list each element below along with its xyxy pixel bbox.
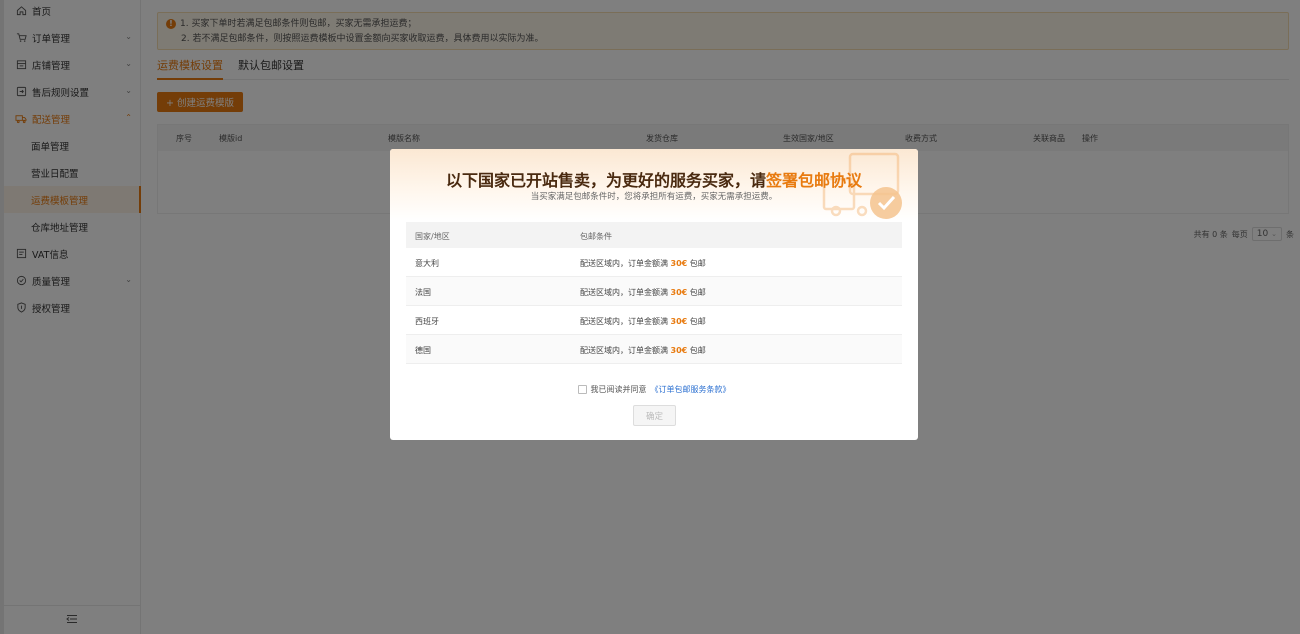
modal-title: 以下国家已开站售卖，为更好的服务买家，请签署包邮协议 — [390, 167, 918, 191]
column-header-country: 国家/地区 — [415, 232, 450, 241]
modal-subtitle: 当买家满足包邮条件时，您将承担所有运费，买家无需承担运费。 — [530, 192, 778, 202]
condition-text: 配送区域内，订单金额满 — [580, 288, 668, 297]
table-row: 法国 配送区域内，订单金额满 30€ 包邮 — [406, 277, 902, 306]
condition-suffix: 包邮 — [689, 288, 706, 297]
condition-text: 配送区域内，订单金额满 — [580, 259, 668, 268]
agreement-row: 我已阅读并同意 《订单包邮服务条款》 — [390, 384, 918, 395]
condition-cell: 配送区域内，订单金额满 30€ 包邮 — [580, 287, 706, 298]
condition-text: 配送区域内，订单金额满 — [580, 346, 668, 355]
agreement-text: 我已阅读并同意 — [590, 385, 647, 394]
condition-cell: 配送区域内，订单金额满 30€ 包邮 — [580, 258, 706, 269]
table-row: 意大利 配送区域内，订单金额满 30€ 包邮 — [406, 248, 902, 277]
country-cell: 法国 — [415, 288, 431, 297]
table-row: 西班牙 配送区域内，订单金额满 30€ 包邮 — [406, 306, 902, 335]
condition-cell: 配送区域内，订单金额满 30€ 包邮 — [580, 345, 706, 356]
condition-suffix: 包邮 — [689, 317, 706, 326]
condition-text: 配送区域内，订单金额满 — [580, 317, 668, 326]
table-row: 德国 配送区域内，订单金额满 30€ 包邮 — [406, 335, 902, 364]
country-cell: 西班牙 — [415, 317, 439, 326]
country-cell: 意大利 — [415, 259, 439, 268]
country-condition-table: 国家/地区 包邮条件 意大利 配送区域内，订单金额满 30€ 包邮 法国 配送区… — [406, 222, 902, 364]
free-shipping-agreement-modal: 以下国家已开站售卖，为更好的服务买家，请签署包邮协议 当买家满足包邮条件时，您将… — [390, 149, 918, 440]
confirm-button[interactable]: 确定 — [633, 405, 676, 426]
condition-cell: 配送区域内，订单金额满 30€ 包邮 — [580, 316, 706, 327]
condition-suffix: 包邮 — [689, 259, 706, 268]
column-header-condition: 包邮条件 — [580, 232, 612, 241]
modal-title-text: 以下国家已开站售卖，为更好的服务买家，请 — [445, 171, 766, 190]
terms-link[interactable]: 《订单包邮服务条款》 — [651, 384, 731, 395]
threshold-amount: 30€ — [670, 317, 688, 326]
threshold-amount: 30€ — [670, 259, 688, 268]
agreement-checkbox[interactable] — [577, 385, 587, 394]
country-cell: 德国 — [415, 346, 431, 355]
threshold-amount: 30€ — [670, 288, 688, 297]
threshold-amount: 30€ — [670, 346, 688, 355]
modal-title-highlight: 签署包邮协议 — [766, 171, 863, 190]
table-header: 国家/地区 包邮条件 — [406, 222, 902, 248]
condition-suffix: 包邮 — [689, 346, 706, 355]
